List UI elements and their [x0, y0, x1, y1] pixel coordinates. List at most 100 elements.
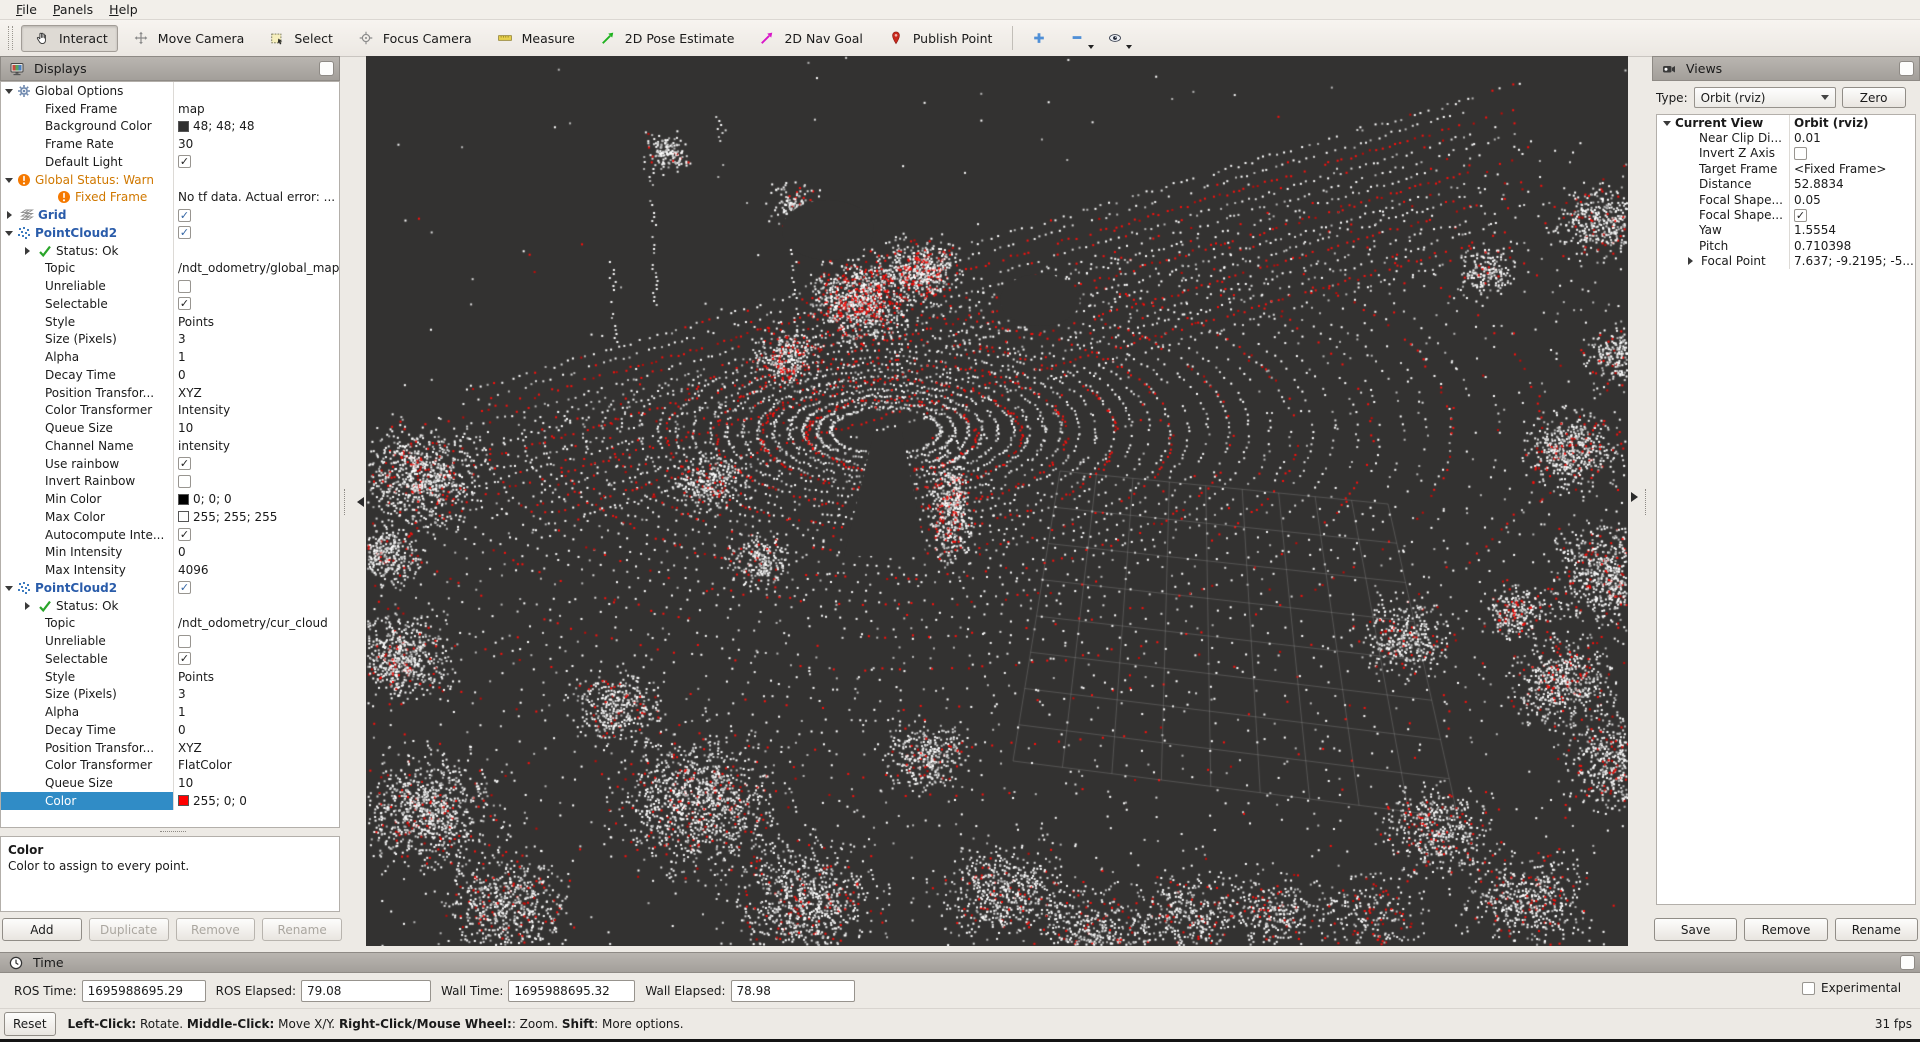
collapsed-arrow-icon[interactable] [25, 247, 34, 255]
property-value-cell[interactable]: ✓ [173, 295, 339, 313]
property-name-cell[interactable]: Fixed Frame [1, 100, 173, 118]
displays-row-use-rainbow[interactable]: Use rainbow✓ [1, 455, 339, 473]
property-name-cell[interactable]: Style [1, 313, 173, 331]
menu-item-file[interactable]: File [8, 0, 45, 19]
displays-row-selectable[interactable]: Selectable✓ [1, 295, 339, 313]
property-value-cell[interactable]: 30 [173, 135, 339, 153]
property-value-cell[interactable]: 1 [173, 703, 339, 721]
displays-row-position-transfor-[interactable]: Position Transfor...XYZ [1, 384, 339, 402]
checked-checkbox[interactable]: ✓ [178, 297, 191, 310]
displays-row-background-color[interactable]: Background Color48; 48; 48 [1, 118, 339, 136]
remove-tool-button[interactable] [1059, 25, 1095, 51]
tool-select-button[interactable]: Select [256, 25, 343, 52]
tool-measure-button[interactable]: Measure [484, 25, 585, 52]
property-name-cell[interactable]: Channel Name [1, 437, 173, 455]
menu-item-help[interactable]: Help [101, 0, 146, 19]
collapsed-arrow-icon[interactable] [1688, 257, 1697, 265]
views-rename-button[interactable]: Rename [1835, 918, 1918, 941]
left-splitter-grip[interactable] [344, 489, 347, 515]
property-value-cell[interactable]: ✓ [173, 579, 339, 597]
property-value-cell[interactable] [1789, 146, 1915, 161]
views-row-target-frame[interactable]: Target Frame<Fixed Frame> [1657, 161, 1915, 176]
displays-row-position-transfor-[interactable]: Position Transfor...XYZ [1, 739, 339, 757]
collapsed-arrow-icon[interactable] [7, 211, 16, 219]
property-value-cell[interactable]: /ndt_odometry/global_map [173, 260, 339, 278]
property-name-cell[interactable]: Size (Pixels) [1, 686, 173, 704]
property-value-cell[interactable]: ✓ [173, 153, 339, 171]
displays-row-global-status-warn[interactable]: Global Status: Warn [1, 171, 339, 189]
tool-visibility-button[interactable] [1097, 25, 1133, 51]
displays-row-status-ok[interactable]: Status: Ok [1, 597, 339, 615]
property-value-cell[interactable]: ✓ [173, 526, 339, 544]
property-name-cell[interactable]: Global Status: Warn [1, 171, 173, 189]
property-name-cell[interactable]: Alpha [1, 348, 173, 366]
displays-row-style[interactable]: StylePoints [1, 668, 339, 686]
property-name-cell[interactable]: Decay Time [1, 721, 173, 739]
right-splitter-collapse-icon[interactable] [1631, 492, 1643, 502]
property-value-cell[interactable]: FlatColor [173, 757, 339, 775]
property-name-cell[interactable]: Color Transformer [1, 402, 173, 420]
property-value-cell[interactable]: 0 [173, 544, 339, 562]
property-value-cell[interactable] [173, 277, 339, 295]
property-value-cell[interactable]: XYZ [173, 739, 339, 757]
property-value-cell[interactable] [173, 242, 339, 260]
displays-row-topic[interactable]: Topic/ndt_odometry/cur_cloud [1, 615, 339, 633]
views-row-distance[interactable]: Distance52.8834 [1657, 177, 1915, 192]
views-row-yaw[interactable]: Yaw1.5554 [1657, 223, 1915, 238]
displays-row-status-ok[interactable]: Status: Ok [1, 242, 339, 260]
property-name-cell[interactable]: Style [1, 668, 173, 686]
displays-row-queue-size[interactable]: Queue Size10 [1, 419, 339, 437]
tool-publish-point-button[interactable]: Publish Point [875, 25, 1003, 52]
property-value-cell[interactable]: 255; 0; 0 [173, 792, 339, 810]
property-value-cell[interactable]: ✓ [1789, 207, 1915, 222]
property-name-cell[interactable]: Queue Size [1, 419, 173, 437]
displays-row-queue-size[interactable]: Queue Size10 [1, 774, 339, 792]
property-value-cell[interactable]: intensity [173, 437, 339, 455]
displays-row-alpha[interactable]: Alpha1 [1, 348, 339, 366]
unchecked-checkbox[interactable] [178, 475, 191, 488]
property-name-cell[interactable]: Size (Pixels) [1, 331, 173, 349]
view-type-combobox[interactable]: Orbit (rviz) [1694, 87, 1836, 108]
property-name-cell[interactable]: Global Options [1, 82, 173, 100]
displays-row-selectable[interactable]: Selectable✓ [1, 650, 339, 668]
property-value-cell[interactable] [173, 82, 339, 100]
property-value-cell[interactable]: 48; 48; 48 [173, 118, 339, 136]
property-value-cell[interactable] [173, 597, 339, 615]
property-name-cell[interactable]: Unreliable [1, 632, 173, 650]
property-value-cell[interactable]: ✓ [173, 206, 339, 224]
property-name-cell[interactable]: Use rainbow [1, 455, 173, 473]
property-name-cell[interactable]: Focal Point [1657, 254, 1789, 269]
property-value-cell[interactable]: 0.05 [1789, 192, 1915, 207]
property-name-cell[interactable]: Max Intensity [1, 561, 173, 579]
displays-row-unreliable[interactable]: Unreliable [1, 632, 339, 650]
color-swatch[interactable] [178, 795, 189, 806]
displays-row-color-transformer[interactable]: Color TransformerIntensity [1, 402, 339, 420]
displays-row-decay-time[interactable]: Decay Time0 [1, 366, 339, 384]
tool-2d-nav-goal-button[interactable]: 2D Nav Goal [746, 25, 872, 52]
property-name-cell[interactable]: Status: Ok [1, 597, 173, 615]
left-splitter-collapse-icon[interactable] [352, 497, 364, 507]
displays-row-max-color[interactable]: Max Color255; 255; 255 [1, 508, 339, 526]
displays-row-style[interactable]: StylePoints [1, 313, 339, 331]
checked-checkbox[interactable]: ✓ [178, 581, 191, 594]
time-field-input-ros-time-[interactable]: 1695988695.29 [82, 980, 206, 1002]
views-remove-button[interactable]: Remove [1744, 918, 1827, 941]
views-row-focal-point[interactable]: Focal Point7.637; -9.2195; -5.... [1657, 254, 1915, 269]
property-value-cell[interactable]: 10 [173, 774, 339, 792]
reset-button[interactable]: Reset [4, 1012, 56, 1036]
displays-row-size-pixels-[interactable]: Size (Pixels)3 [1, 331, 339, 349]
property-name-cell[interactable]: Focal Shape... [1657, 192, 1789, 207]
expanded-arrow-icon[interactable] [5, 586, 13, 595]
checked-checkbox[interactable]: ✓ [178, 209, 191, 222]
property-value-cell[interactable]: map [173, 100, 339, 118]
property-value-cell[interactable] [173, 473, 339, 491]
property-name-cell[interactable]: Status: Ok [1, 242, 173, 260]
displays-row-fixed-frame[interactable]: Fixed FrameNo tf data. Actual error: ... [1, 189, 339, 207]
property-name-cell[interactable]: Topic [1, 260, 173, 278]
tool-interact-button[interactable]: Interact [21, 25, 118, 52]
views-row-focal-shape-[interactable]: Focal Shape...0.05 [1657, 192, 1915, 207]
displays-row-invert-rainbow[interactable]: Invert Rainbow [1, 473, 339, 491]
views-save-button[interactable]: Save [1654, 918, 1737, 941]
property-value-cell[interactable]: 4096 [173, 561, 339, 579]
views-row-current-view[interactable]: Current ViewOrbit (rviz) [1657, 115, 1915, 130]
